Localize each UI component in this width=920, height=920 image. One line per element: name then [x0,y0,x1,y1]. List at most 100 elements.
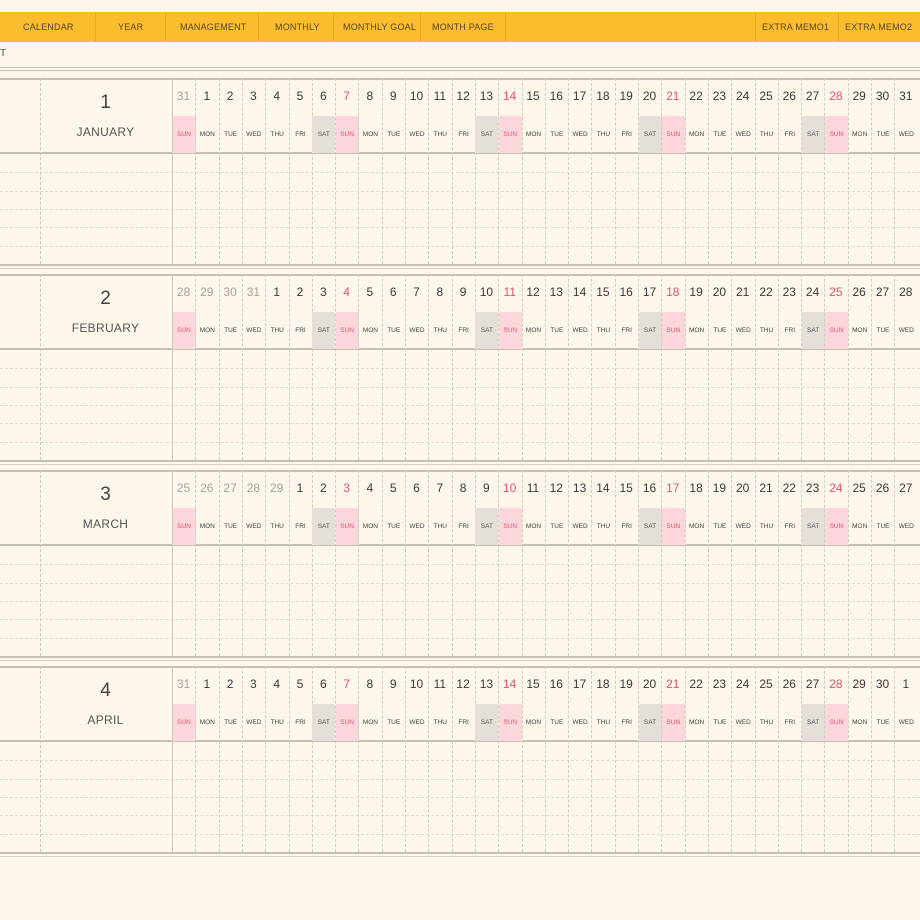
day-number[interactable]: 1 [894,677,917,691]
day-number[interactable]: 26 [848,285,871,299]
day-number[interactable]: 25 [755,677,778,691]
day-number[interactable]: 22 [685,89,708,103]
day-number[interactable]: 29 [848,89,871,103]
day-number[interactable]: 7 [428,481,451,495]
nav-tab-month-page[interactable]: MONTH PAGE [432,12,494,42]
day-number[interactable]: 9 [382,677,405,691]
day-number[interactable]: 4 [265,89,288,103]
day-number[interactable]: 1 [195,89,218,103]
day-number[interactable]: 23 [801,481,824,495]
day-number[interactable]: 22 [755,285,778,299]
nav-tab-management[interactable]: MANAGEMENT [180,12,247,42]
day-number[interactable]: 9 [452,285,475,299]
day-number[interactable]: 13 [475,677,498,691]
day-number[interactable]: 14 [498,89,521,103]
day-number[interactable]: 2 [219,677,242,691]
day-number[interactable]: 21 [755,481,778,495]
day-number[interactable]: 27 [801,89,824,103]
nav-tab-extra-memo1[interactable]: EXTRA MEMO1 [762,12,829,42]
day-number[interactable]: 11 [522,481,545,495]
day-number[interactable]: 19 [615,677,638,691]
day-number[interactable]: 23 [778,285,801,299]
day-number[interactable]: 15 [522,89,545,103]
day-number[interactable]: 24 [801,285,824,299]
day-number[interactable]: 6 [382,285,405,299]
day-number[interactable]: 7 [335,89,358,103]
day-number[interactable]: 29 [848,677,871,691]
day-number[interactable]: 4 [265,677,288,691]
day-number[interactable]: 18 [591,677,614,691]
day-number[interactable]: 22 [778,481,801,495]
day-number[interactable]: 26 [195,481,218,495]
day-number[interactable]: 11 [428,89,451,103]
day-number[interactable]: 30 [219,285,242,299]
day-number[interactable]: 7 [335,677,358,691]
day-number[interactable]: 18 [661,285,684,299]
day-number[interactable]: 20 [638,89,661,103]
day-number[interactable]: 26 [871,481,894,495]
day-number[interactable]: 5 [382,481,405,495]
day-number[interactable]: 18 [591,89,614,103]
day-number[interactable]: 14 [498,677,521,691]
day-number[interactable]: 26 [778,89,801,103]
day-number[interactable]: 19 [685,285,708,299]
day-number[interactable]: 6 [312,677,335,691]
nav-tab-calendar[interactable]: CALENDAR [23,12,74,42]
day-number[interactable]: 26 [778,677,801,691]
day-number[interactable]: 25 [755,89,778,103]
day-number[interactable]: 31 [894,89,917,103]
nav-tab-year[interactable]: YEAR [118,12,143,42]
day-number[interactable]: 5 [289,677,312,691]
day-number[interactable]: 23 [708,89,731,103]
day-number[interactable]: 25 [172,481,195,495]
day-number[interactable]: 3 [242,677,265,691]
day-number[interactable]: 10 [498,481,521,495]
day-number[interactable]: 3 [312,285,335,299]
day-number[interactable]: 24 [731,677,754,691]
day-number[interactable]: 21 [661,89,684,103]
day-number[interactable]: 17 [568,89,591,103]
day-number[interactable]: 11 [428,677,451,691]
day-number[interactable]: 20 [708,285,731,299]
day-number[interactable]: 14 [591,481,614,495]
nav-tab-extra-memo2[interactable]: EXTRA MEMO2 [845,12,912,42]
day-number[interactable]: 16 [545,677,568,691]
day-number[interactable]: 10 [405,677,428,691]
day-number[interactable]: 17 [568,677,591,691]
day-number[interactable]: 12 [452,677,475,691]
day-number[interactable]: 16 [638,481,661,495]
day-number[interactable]: 6 [405,481,428,495]
day-number[interactable]: 20 [731,481,754,495]
day-number[interactable]: 2 [289,285,312,299]
day-number[interactable]: 28 [172,285,195,299]
day-number[interactable]: 7 [405,285,428,299]
day-number[interactable]: 4 [335,285,358,299]
day-number[interactable]: 27 [871,285,894,299]
day-number[interactable]: 22 [685,677,708,691]
day-number[interactable]: 15 [522,677,545,691]
day-number[interactable]: 15 [615,481,638,495]
day-number[interactable]: 24 [731,89,754,103]
day-number[interactable]: 1 [289,481,312,495]
day-number[interactable]: 8 [358,677,381,691]
day-number[interactable]: 8 [358,89,381,103]
day-number[interactable]: 18 [685,481,708,495]
day-number[interactable]: 28 [894,285,917,299]
day-number[interactable]: 10 [405,89,428,103]
day-number[interactable]: 1 [195,677,218,691]
day-number[interactable]: 31 [242,285,265,299]
day-number[interactable]: 25 [824,285,847,299]
day-number[interactable]: 4 [358,481,381,495]
day-number[interactable]: 29 [265,481,288,495]
day-number[interactable]: 21 [731,285,754,299]
day-number[interactable]: 30 [871,89,894,103]
day-number[interactable]: 3 [242,89,265,103]
day-number[interactable]: 2 [312,481,335,495]
day-number[interactable]: 12 [522,285,545,299]
day-number[interactable]: 30 [871,677,894,691]
day-number[interactable]: 8 [452,481,475,495]
day-number[interactable]: 11 [498,285,521,299]
nav-tab-monthly[interactable]: MONTHLY [275,12,320,42]
day-number[interactable]: 28 [242,481,265,495]
day-number[interactable]: 21 [661,677,684,691]
